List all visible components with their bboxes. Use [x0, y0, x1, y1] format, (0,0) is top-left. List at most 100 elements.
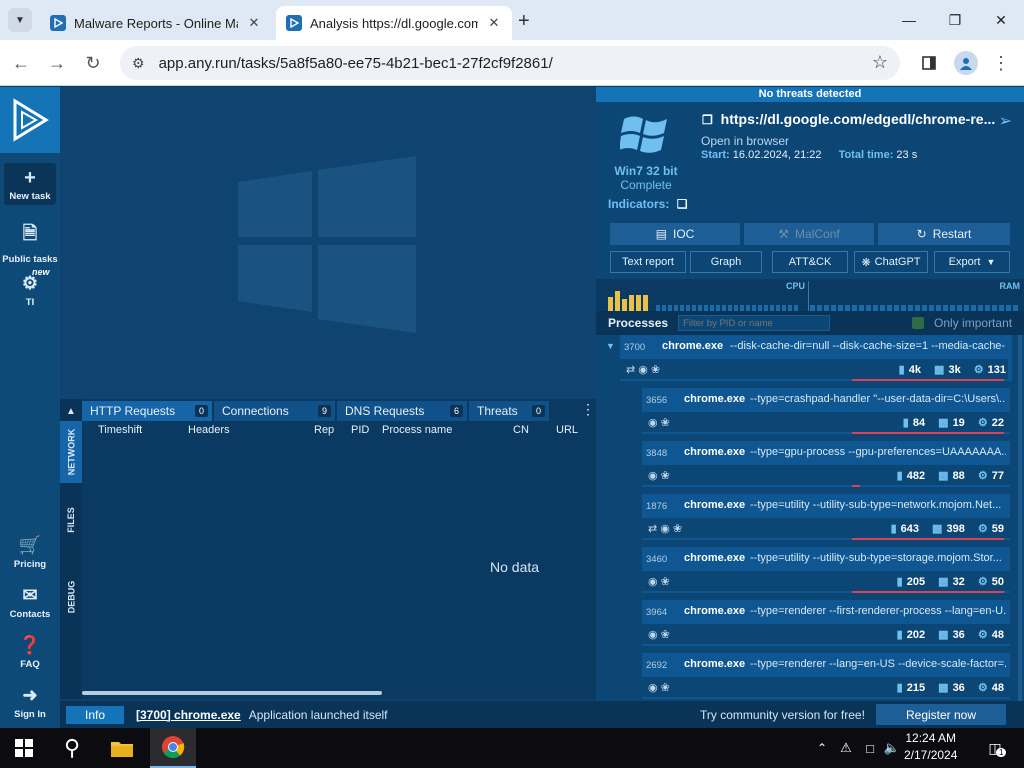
tab-http-requests[interactable]: HTTP Requests 0: [82, 401, 212, 421]
process-row[interactable]: 3700 chrome.exe --disk-cache-dir=null --…: [620, 335, 1012, 381]
tray-chevron-icon[interactable]: ⌃: [812, 728, 832, 768]
tab-dns-requests[interactable]: DNS Requests 6: [337, 401, 467, 421]
vertical-scrollbar[interactable]: [1018, 335, 1022, 701]
graph-button[interactable]: Graph: [690, 251, 762, 273]
malconf-button[interactable]: ⚒ MalConf: [744, 223, 874, 245]
forward-button[interactable]: →: [46, 52, 68, 74]
side-panel-button[interactable]: [918, 52, 940, 74]
expand-caret-icon[interactable]: ▼: [606, 341, 615, 351]
minimize-button[interactable]: —: [886, 8, 932, 32]
col-url[interactable]: URL: [556, 424, 578, 436]
anyrun-logo[interactable]: [0, 87, 60, 153]
reload-button[interactable]: ↻: [82, 52, 104, 74]
process-row[interactable]: 3656 chrome.exe --type=crashpad-handler …: [642, 388, 1010, 434]
indicators-icon[interactable]: ❏: [677, 197, 688, 211]
system-clock[interactable]: 12:24 AM 2/17/2024: [904, 730, 957, 764]
process-row[interactable]: 2692 chrome.exe --type=renderer --lang=e…: [642, 653, 1010, 699]
file-explorer-icon[interactable]: [102, 728, 142, 768]
col-rep[interactable]: Rep: [314, 424, 334, 436]
close-tab-icon[interactable]: ✕: [486, 15, 502, 31]
cpu-graph: [608, 287, 808, 311]
empty-state: No data: [490, 559, 540, 575]
col-timeshift[interactable]: Timeshift: [98, 424, 142, 436]
tab-connections[interactable]: Connections 9: [214, 401, 335, 421]
open-in-browser-link[interactable]: Open in browser: [701, 134, 789, 148]
process-row[interactable]: 3460 chrome.exe --type=utility --utility…: [642, 547, 1010, 593]
text-report-button[interactable]: Text report: [610, 251, 686, 273]
ioc-icon: ▤: [655, 227, 667, 241]
status-process[interactable]: [3700] chrome.exe: [136, 708, 241, 722]
process-row[interactable]: 3964 chrome.exe --type=renderer --first-…: [642, 600, 1010, 646]
modules-icon: ⚙: [977, 576, 988, 588]
modules-icon: ⚙: [977, 417, 988, 429]
process-row[interactable]: 1876 chrome.exe --type=utility --utility…: [642, 494, 1010, 540]
chrome-taskbar-icon[interactable]: [150, 728, 196, 768]
contacts-link[interactable]: ✉ Contacts: [0, 585, 60, 620]
pricing-link[interactable]: 🛒 Pricing: [0, 535, 60, 570]
task-url[interactable]: ❐ https://dl.google.com/edgedl/chrome-re…: [702, 111, 995, 127]
close-tab-icon[interactable]: ✕: [246, 15, 262, 31]
export-button[interactable]: Export ▼: [934, 251, 1010, 273]
close-window-button[interactable]: ✕: [978, 8, 1024, 32]
col-pid[interactable]: PID: [351, 424, 369, 436]
file-icon: ▮: [898, 364, 905, 376]
copy-icon[interactable]: ❐: [702, 113, 713, 127]
new-task-button[interactable]: + New task: [4, 163, 56, 205]
side-tabs: ▲ NETWORK FILES DEBUG: [60, 399, 82, 699]
tab-debug[interactable]: DEBUG: [60, 557, 82, 637]
tab-threats[interactable]: Threats 0: [469, 401, 549, 421]
bookmark-star-icon[interactable]: ☆: [872, 52, 888, 73]
tray-security-icon[interactable]: ⚠: [836, 728, 856, 768]
public-tasks-link[interactable]: 🗎 Public tasks: [0, 221, 60, 265]
start-button[interactable]: [4, 728, 44, 768]
gear-icon: ⚙: [21, 273, 39, 293]
search-icon[interactable]: ⚲: [52, 728, 92, 768]
share-icon[interactable]: ➢: [999, 111, 1012, 131]
ioc-button[interactable]: ▤ IOC: [610, 223, 740, 245]
chatgpt-button[interactable]: ❋ ChatGPT: [854, 251, 928, 273]
document-icon: 🗎: [22, 223, 38, 243]
browser-menu-button[interactable]: ⋮: [990, 52, 1012, 74]
more-options-icon[interactable]: ⋮: [580, 401, 596, 421]
info-button[interactable]: Info: [66, 705, 124, 724]
col-cn[interactable]: CN: [513, 424, 529, 436]
collapse-panel-button[interactable]: ▲: [60, 403, 82, 419]
file-icon: ▮: [896, 576, 903, 588]
sign-in-link[interactable]: ➜ Sign In: [0, 685, 60, 720]
faq-link[interactable]: ❓ FAQ: [0, 635, 60, 670]
community-link[interactable]: Try community version for free!: [700, 708, 865, 722]
tab-search-button[interactable]: ▼: [8, 8, 32, 32]
new-tab-button[interactable]: +: [518, 10, 530, 33]
horizontal-scrollbar[interactable]: [82, 691, 382, 695]
address-bar[interactable]: ⚙ app.any.run/tasks/5a8f5a80-ee75-4b21-b…: [120, 46, 900, 80]
process-row[interactable]: 3848 chrome.exe --type=gpu-process --gpu…: [642, 441, 1010, 487]
col-process-name[interactable]: Process name: [382, 424, 452, 436]
restart-button[interactable]: ↻ Restart: [878, 223, 1010, 245]
network-icon[interactable]: □: [860, 728, 880, 768]
caret-down-icon: ▼: [986, 257, 996, 267]
left-navigation: + New task 🗎 Public tasks new ⚙ TI 🛒 Pri…: [0, 87, 60, 728]
plus-icon: +: [24, 167, 36, 189]
col-headers[interactable]: Headers: [188, 424, 230, 436]
maximize-button[interactable]: ❐: [932, 8, 978, 32]
register-button[interactable]: Register now: [876, 704, 1006, 725]
site-info-icon[interactable]: ⚙: [132, 55, 145, 72]
url-text[interactable]: app.any.run/tasks/5a8f5a80-ee75-4b21-bec…: [159, 55, 553, 72]
browser-tab-analysis[interactable]: Analysis https://dl.google.com/edgedl ✕: [276, 6, 512, 40]
volume-icon[interactable]: 🔈: [882, 728, 902, 768]
vm-screen[interactable]: [60, 87, 596, 399]
back-button[interactable]: ←: [10, 52, 32, 74]
registry-icon: ▩: [932, 523, 943, 535]
network-tabs: HTTP Requests 0 Connections 9 DNS Reques…: [82, 401, 596, 421]
browser-tab-malware-reports[interactable]: Malware Reports - Online Malware Analysi…: [40, 6, 272, 40]
tab-files[interactable]: FILES: [60, 489, 82, 551]
process-filter-input[interactable]: [678, 315, 831, 331]
ti-link[interactable]: ⚙ TI: [0, 273, 60, 308]
process-stats: ▮ 202 ▩ 36 ⚙ 48: [896, 629, 1004, 641]
tab-network[interactable]: NETWORK: [60, 421, 82, 483]
attack-button[interactable]: ATT&CK: [772, 251, 848, 273]
cart-icon: 🛒: [18, 535, 42, 555]
profile-avatar[interactable]: [954, 51, 978, 75]
notifications-icon[interactable]: ◫ 1: [980, 728, 1010, 768]
only-important-checkbox[interactable]: [912, 317, 925, 329]
